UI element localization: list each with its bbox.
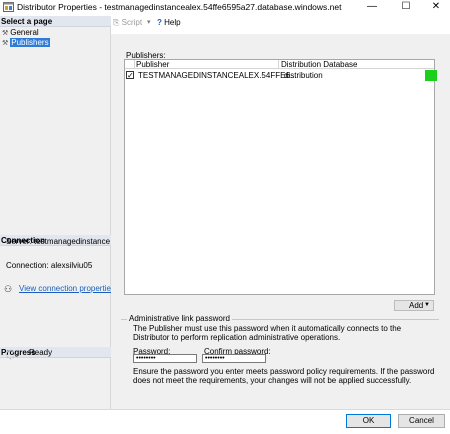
app-icon — [3, 2, 14, 12]
distribution-database-cell[interactable]: distribution — [284, 71, 323, 80]
page-item-general[interactable]: ⚒ General — [2, 28, 39, 38]
progress-header: Progress — [0, 347, 111, 358]
help-button[interactable]: ? Help — [157, 18, 181, 27]
script-button[interactable]: ⎘ Script — [113, 18, 142, 28]
publisher-cell: TESTMANAGEDINSTANCEALEX.54FFE6... — [138, 71, 297, 80]
maximize-button[interactable]: ☐ — [392, 0, 420, 14]
table-row[interactable]: ✓ TESTMANAGEDINSTANCEALEX.54FFE6... dist… — [125, 70, 437, 82]
help-icon: ? — [157, 18, 162, 27]
connection-text: Connection: alexsilviu05 — [6, 261, 93, 270]
server-text: Server: testmanagedinstancealex.5 — [6, 237, 110, 246]
admin-link-title: Administrative link password — [127, 314, 232, 323]
password-field[interactable]: •••••••• — [133, 354, 197, 363]
left-pane: Select a page ⚒ General ⚒ Publishers Con… — [0, 16, 115, 409]
page-item-label: Publishers — [10, 38, 50, 47]
add-button[interactable]: Add ▼ — [394, 300, 434, 311]
view-connection-properties-link[interactable]: View connection properties — [19, 284, 115, 293]
grid-header: Publisher Distribution Database — [125, 60, 434, 69]
footer-divider — [0, 409, 450, 410]
column-separator — [134, 60, 135, 69]
page-item-label: General — [10, 28, 39, 37]
help-label: Help — [164, 18, 181, 27]
cancel-button[interactable]: Cancel — [398, 414, 445, 428]
minimize-button[interactable]: — — [358, 0, 386, 14]
add-label: Add — [409, 301, 424, 310]
close-button[interactable]: ✕ — [422, 0, 450, 14]
column-header-distribution-database[interactable]: Distribution Database — [281, 60, 357, 69]
script-label: Script — [121, 18, 143, 27]
select-page-header: Select a page — [0, 16, 111, 27]
ok-button[interactable]: OK — [346, 414, 391, 428]
column-separator — [278, 60, 279, 69]
page-item-publishers[interactable]: ⚒ Publishers — [2, 38, 50, 48]
status-indicator — [425, 70, 437, 81]
title-bar: Distributor Properties - testmanagedinst… — [0, 0, 450, 14]
progress-spinner-icon — [5, 349, 16, 360]
column-header-publisher[interactable]: Publisher — [136, 60, 169, 69]
script-icon: ⎘ — [113, 18, 120, 27]
add-dropdown-arrow: ▼ — [424, 302, 430, 308]
password-policy-note: Ensure the password you enter meets pass… — [133, 367, 435, 385]
script-dropdown-arrow[interactable]: ▾ — [147, 18, 151, 26]
connection-properties-icon: ⚇ — [4, 284, 13, 294]
publishers-grid[interactable]: Publisher Distribution Database ✓ TESTMA… — [124, 59, 437, 295]
confirm-password-field[interactable]: •••••••• — [202, 354, 266, 363]
admin-link-description: The Publisher must use this password whe… — [133, 324, 402, 342]
wrench-icon: ⚒ — [2, 40, 9, 47]
progress-status: Ready — [29, 348, 53, 357]
window-title: Distributor Properties - testmanagedinst… — [17, 2, 342, 12]
publisher-checkbox[interactable]: ✓ — [126, 71, 134, 80]
